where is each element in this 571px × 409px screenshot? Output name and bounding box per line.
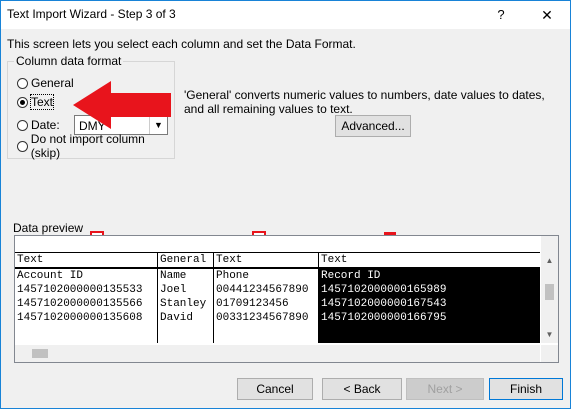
- preview-cell: 1457102000000166795: [319, 311, 540, 325]
- data-preview-box[interactable]: Text Account ID 1457102000000135533 1457…: [14, 235, 559, 363]
- format-description: 'General' converts numeric values to num…: [184, 88, 545, 116]
- radio-general-indicator[interactable]: [17, 77, 28, 89]
- radio-text[interactable]: Text: [17, 94, 55, 110]
- horizontal-scrollbar[interactable]: [15, 345, 540, 362]
- preview-cell: 1457102000000165989: [319, 283, 540, 297]
- vertical-scroll-thumb[interactable]: [545, 284, 554, 300]
- radio-skip-indicator[interactable]: [17, 140, 28, 152]
- advanced-button[interactable]: Advanced...: [335, 115, 411, 137]
- chevron-down-icon[interactable]: ▼: [541, 326, 558, 343]
- column-type-header[interactable]: General: [158, 252, 213, 269]
- group-title: Column data format: [14, 54, 124, 68]
- preview-column[interactable]: Text Account ID 1457102000000135533 1457…: [15, 252, 158, 343]
- vertical-scrollbar[interactable]: ▲ ▼: [541, 236, 558, 343]
- close-button[interactable]: ✕: [524, 1, 570, 29]
- finish-button[interactable]: Finish: [489, 378, 563, 400]
- preview-cell: Joel: [160, 284, 187, 296]
- preview-column[interactable]: General Name Joel Stanley David: [158, 252, 214, 343]
- preview-cell: 00331234567890: [216, 312, 309, 324]
- preview-cell: 1457102000000135533: [17, 284, 143, 296]
- radio-skip-label[interactable]: Do not import column (skip): [31, 132, 174, 160]
- window-title: Text Import Wizard - Step 3 of 3: [7, 7, 176, 21]
- cancel-button[interactable]: Cancel: [237, 378, 313, 400]
- data-preview-title: Data preview: [13, 221, 84, 235]
- back-button[interactable]: < Back: [322, 378, 402, 400]
- column-type-header[interactable]: Text: [15, 252, 157, 269]
- chevron-up-icon[interactable]: ▲: [541, 252, 558, 269]
- scrollbar-corner: [541, 345, 558, 362]
- next-button[interactable]: Next >: [406, 378, 484, 400]
- radio-date-indicator[interactable]: [17, 119, 28, 131]
- preview-grid[interactable]: Text Account ID 1457102000000135533 1457…: [15, 252, 540, 343]
- preview-cell: 1457102000000135566: [17, 298, 143, 310]
- title-bar: Text Import Wizard - Step 3 of 3 ? ✕: [1, 1, 570, 29]
- radio-date[interactable]: Date:: [17, 117, 60, 133]
- radio-date-label[interactable]: Date:: [31, 118, 60, 132]
- preview-column-selected[interactable]: Text Record ID 1457102000000165989 14571…: [319, 252, 540, 343]
- red-arrow-left-icon: [73, 81, 171, 129]
- radio-skip[interactable]: Do not import column (skip): [17, 132, 174, 160]
- preview-cell: Phone: [216, 270, 250, 282]
- preview-cell: 1457102000000135608: [17, 312, 143, 324]
- radio-general-label[interactable]: General: [31, 76, 74, 90]
- preview-cell: 00441234567890: [216, 284, 309, 296]
- help-button[interactable]: ?: [478, 1, 524, 29]
- column-type-header[interactable]: Text: [214, 252, 318, 269]
- preview-cell: Account ID: [17, 270, 84, 282]
- preview-cell: 01709123456: [216, 298, 289, 310]
- preview-cell: Name: [160, 270, 187, 282]
- text-import-wizard-window: Text Import Wizard - Step 3 of 3 ? ✕ Thi…: [0, 0, 571, 409]
- preview-cell: David: [160, 312, 194, 324]
- radio-text-label[interactable]: Text: [29, 94, 55, 110]
- column-type-header[interactable]: Text: [319, 252, 540, 269]
- preview-cell: Stanley: [160, 298, 207, 310]
- intro-text: This screen lets you select each column …: [7, 37, 356, 51]
- radio-general[interactable]: General: [17, 75, 74, 91]
- preview-cell: Record ID: [319, 269, 540, 283]
- horizontal-scroll-thumb[interactable]: [32, 349, 48, 358]
- preview-column[interactable]: Text Phone 00441234567890 01709123456 00…: [214, 252, 319, 343]
- radio-text-indicator[interactable]: [17, 96, 28, 108]
- preview-cell: 1457102000000167543: [319, 297, 540, 311]
